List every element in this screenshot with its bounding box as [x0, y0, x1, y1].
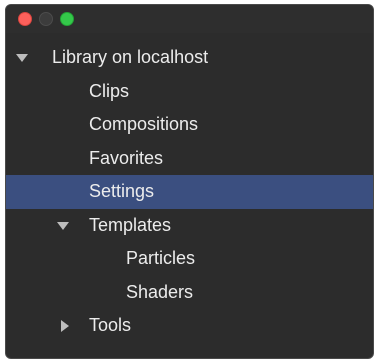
tree-item-particles[interactable]: Particles [6, 242, 373, 276]
library-tree: Library on localhost Clips Compositions … [6, 41, 373, 343]
tree-item-label: Library on localhost [52, 47, 209, 67]
tree-item-label: Particles [126, 248, 196, 268]
tree-item-favorites[interactable]: Favorites [6, 142, 373, 176]
close-window-button[interactable] [18, 12, 32, 26]
library-window: Library on localhost Clips Compositions … [5, 4, 374, 359]
tree-item-library-root[interactable]: Library on localhost [6, 41, 373, 75]
tree-item-label: Tools [89, 315, 132, 335]
tree-item-clips[interactable]: Clips [6, 75, 373, 109]
title-bar [6, 5, 373, 33]
tree-item-label: Templates [89, 214, 172, 235]
zoom-window-button[interactable] [60, 12, 74, 26]
tree-item-label: Favorites [89, 147, 164, 168]
tree-item-label: Shaders [126, 281, 194, 302]
disclosure-collapsed-icon[interactable] [61, 320, 69, 332]
tree-item-label: Clips [89, 80, 130, 101]
tree-item-settings[interactable]: Settings [6, 175, 373, 209]
tree-item-tools[interactable]: Tools [6, 309, 373, 343]
tree-item-shaders[interactable]: Shaders [6, 276, 373, 310]
disclosure-expanded-icon[interactable] [16, 54, 28, 62]
tree-item-label: Compositions [89, 114, 199, 134]
tree-item-compositions[interactable]: Compositions [6, 108, 373, 142]
disclosure-expanded-icon[interactable] [57, 221, 69, 230]
minimize-window-button[interactable] [39, 12, 53, 26]
tree-item-templates[interactable]: Templates [6, 209, 373, 243]
tree-item-label: Settings [89, 181, 155, 201]
